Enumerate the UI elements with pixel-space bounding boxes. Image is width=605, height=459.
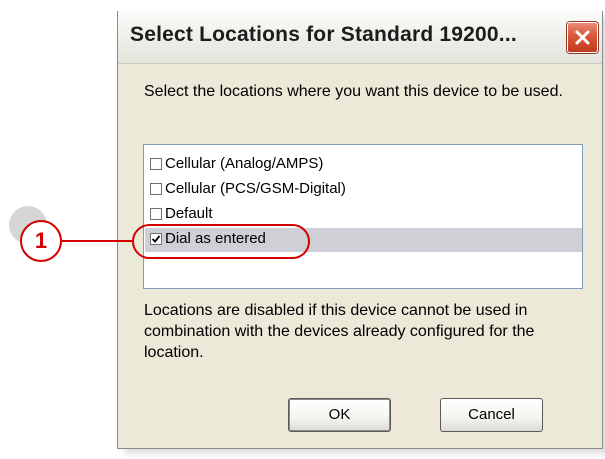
dialog-title: Select Locations for Standard 19200...	[130, 23, 517, 46]
callout-connector-line	[62, 240, 132, 242]
location-checkbox[interactable]	[150, 208, 162, 220]
cancel-button[interactable]: Cancel	[440, 398, 543, 432]
ok-button[interactable]: OK	[288, 398, 391, 432]
location-checkbox[interactable]	[150, 158, 162, 170]
location-checkbox[interactable]	[150, 183, 162, 195]
close-button[interactable]	[567, 22, 598, 53]
location-item-cellular-pcs[interactable]: Cellular (PCS/GSM-Digital)	[148, 178, 578, 202]
screenshot-stage: Select Locations for Standard 19200... S…	[0, 0, 605, 459]
disabled-locations-note: Locations are disabled if this device ca…	[144, 302, 535, 361]
callout-highlight-ellipse	[132, 224, 310, 259]
location-item-cellular-analog[interactable]: Cellular (Analog/AMPS)	[148, 153, 578, 177]
callout-number-badge: 1	[20, 220, 62, 262]
location-label: Cellular (PCS/GSM-Digital)	[165, 180, 346, 197]
locations-listbox[interactable]: Cellular (Analog/AMPS) Cellular (PCS/GSM…	[143, 144, 583, 289]
location-label: Cellular (Analog/AMPS)	[165, 155, 324, 172]
title-bar[interactable]: Select Locations for Standard 19200...	[118, 11, 602, 64]
location-label: Default	[165, 205, 213, 222]
instruction-text: Select the locations where you want this…	[144, 83, 563, 100]
